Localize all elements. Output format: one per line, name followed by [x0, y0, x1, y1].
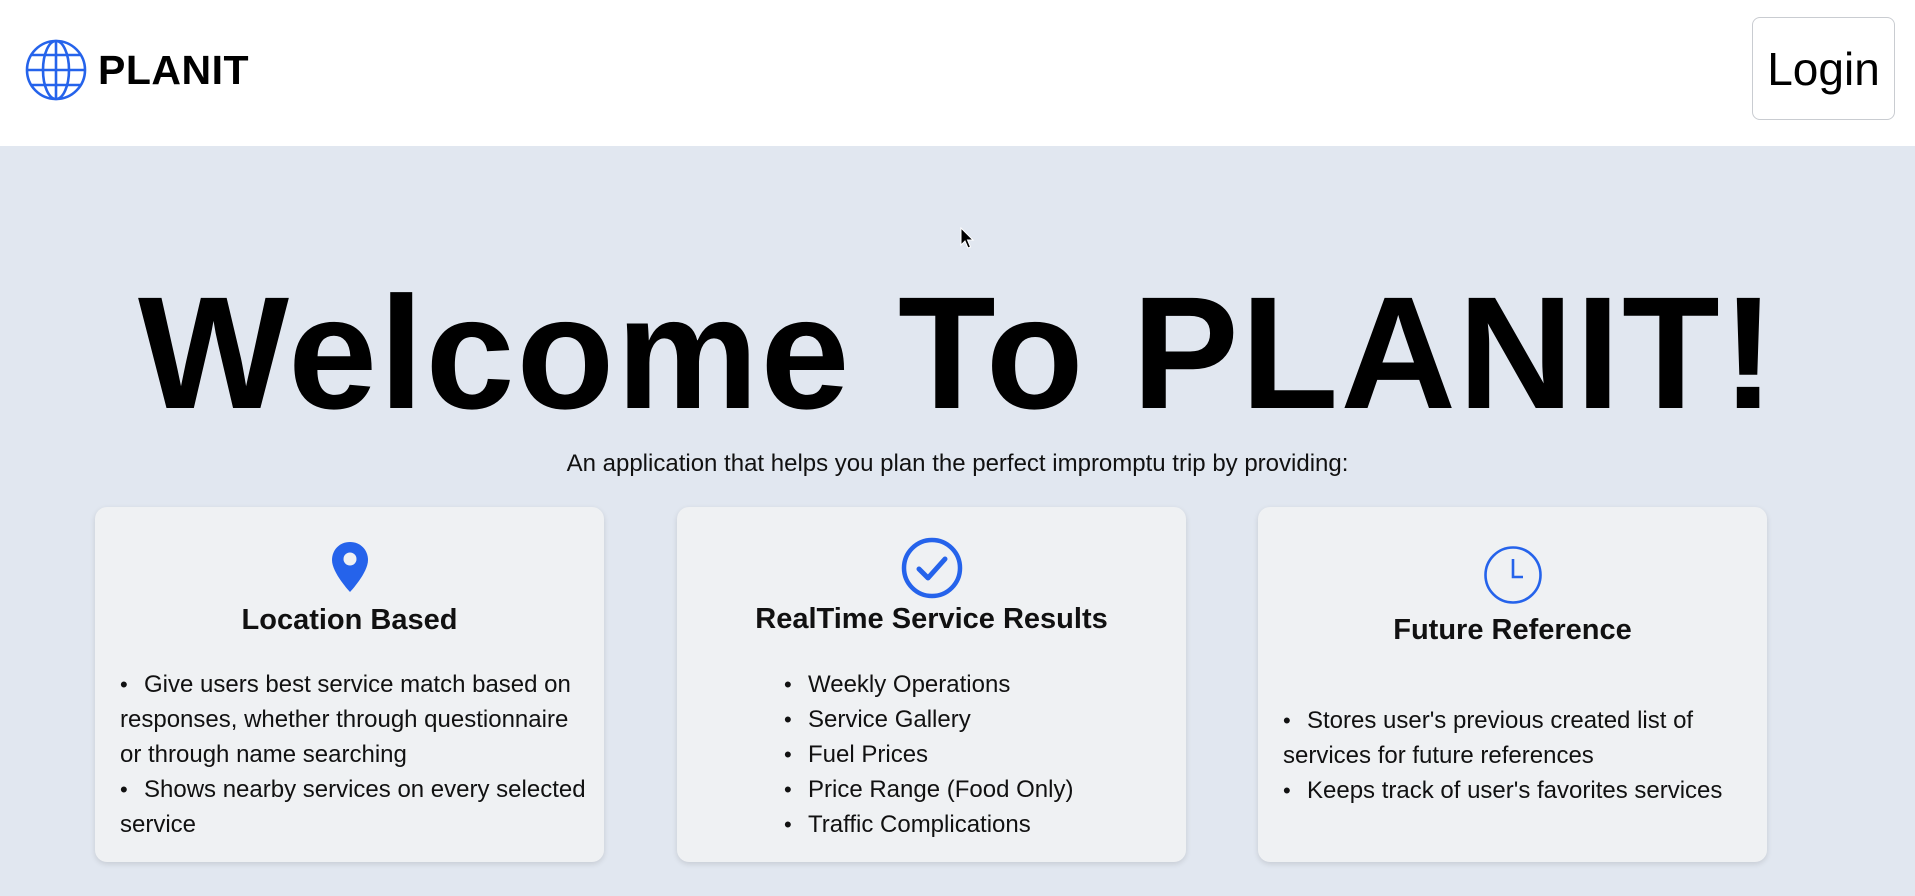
login-button[interactable]: Login — [1752, 17, 1895, 120]
feature-title: Future Reference — [1393, 614, 1632, 646]
feature-title: Location Based — [241, 604, 458, 636]
list-item: Shows nearby services on every selected … — [120, 772, 590, 842]
list-item: Traffic Complications — [784, 807, 1164, 842]
list-item: Keeps track of user's favorites services — [1283, 773, 1763, 808]
brand-name: PLANIT — [98, 46, 250, 93]
mouse-cursor-icon — [960, 227, 975, 249]
brand-logo[interactable]: PLANIT — [24, 38, 249, 102]
feature-list: Stores user's previous created list of s… — [1283, 703, 1763, 808]
clock-icon — [1483, 546, 1542, 604]
feature-title: RealTime Service Results — [755, 603, 1108, 635]
check-circle-icon — [901, 537, 962, 599]
map-pin-icon — [331, 542, 368, 592]
list-item: Give users best service match based on r… — [120, 667, 590, 772]
globe-icon — [25, 39, 87, 101]
hero-title: Welcome To PLANIT! — [137, 263, 1778, 442]
top-navbar: PLANIT Login — [0, 0, 1915, 146]
list-item: Fuel Prices — [784, 737, 1164, 772]
list-item: Price Range (Food Only) — [784, 772, 1164, 807]
feature-card-location: Location Based Give users best service m… — [95, 507, 604, 862]
list-item: Service Gallery — [784, 702, 1164, 737]
list-item: Weekly Operations — [784, 667, 1164, 702]
feature-list: Weekly Operations Service Gallery Fuel P… — [784, 667, 1164, 842]
feature-list: Give users best service match based on r… — [120, 667, 590, 842]
hero-subtitle: An application that helps you plan the p… — [566, 450, 1349, 477]
list-item: Stores user's previous created list of s… — [1283, 703, 1763, 773]
feature-card-realtime: RealTime Service Results Weekly Operatio… — [677, 507, 1186, 862]
feature-card-future: Future Reference Stores user's previous … — [1258, 507, 1767, 862]
